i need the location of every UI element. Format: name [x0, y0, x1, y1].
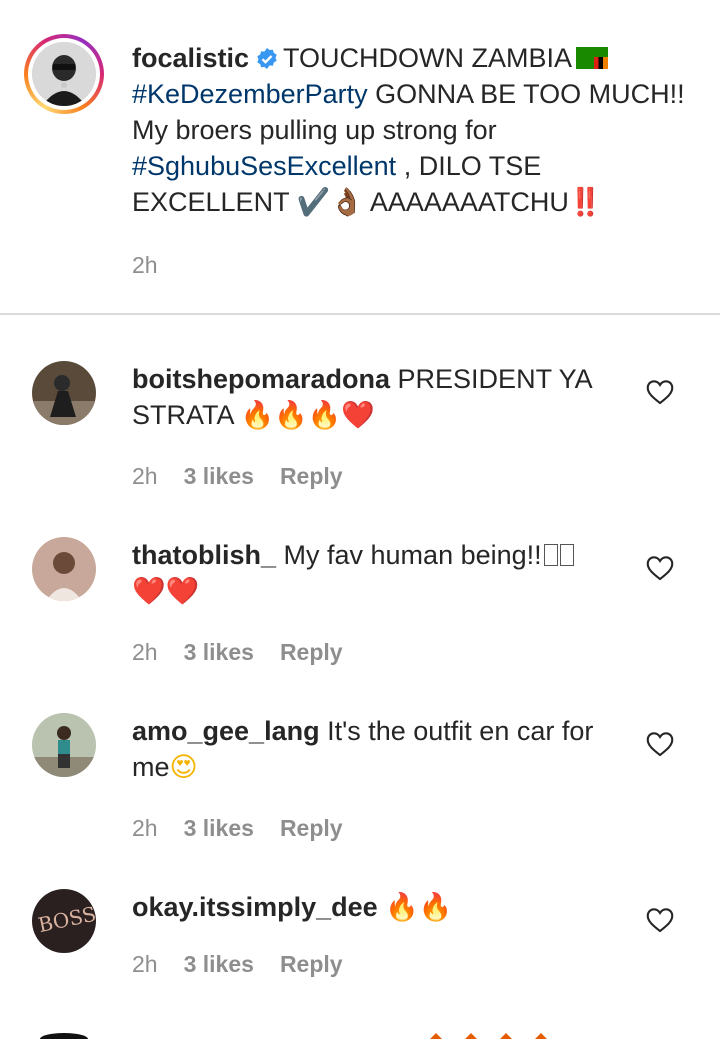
fire-emojis: 🔥🔥: [385, 892, 453, 923]
commenter-avatar[interactable]: [32, 361, 96, 425]
like-heart-icon[interactable]: [646, 907, 674, 933]
comment-item: amo_gee_lang It's the outfit en car for …: [0, 713, 720, 883]
comment-username[interactable]: amo_gee_lang: [132, 716, 320, 746]
next-comment-peek: [0, 1026, 720, 1044]
comment-username[interactable]: boitshepomaradona: [132, 364, 390, 394]
comment-timestamp: 2h: [132, 815, 158, 841]
hashtag-kedezemberparty[interactable]: #KeDezemberParty: [132, 79, 368, 109]
post-timestamp: 2h: [132, 252, 158, 278]
avatar-image: [32, 42, 96, 106]
commenter-avatar[interactable]: BOSS: [32, 889, 96, 953]
reply-button[interactable]: Reply: [280, 463, 343, 489]
comment-timestamp: 2h: [132, 951, 158, 977]
double-exclamation-emoji: ‼️: [568, 187, 603, 218]
comment-timestamp: 2h: [132, 463, 158, 489]
caption-part-1: TOUCHDOWN ZAMBIA: [283, 43, 573, 73]
comment-item: boitshepomaradona PRESIDENT YA STRATA 🔥🔥…: [0, 361, 720, 531]
check-mark-emoji: ✔️: [296, 187, 331, 218]
verified-badge-icon: [257, 48, 277, 69]
comment-username[interactable]: thatoblish_: [132, 540, 276, 570]
post-avatar[interactable]: [24, 34, 104, 114]
comment-likes[interactable]: 3 likes: [184, 639, 254, 665]
comment-meta: 2h 3 likes Reply: [132, 951, 369, 978]
comment-body: boitshepomaradona PRESIDENT YA STRATA 🔥🔥…: [132, 361, 622, 434]
heart-eyes-emoji: 😍: [169, 752, 198, 783]
reply-button[interactable]: Reply: [280, 639, 343, 665]
like-heart-icon[interactable]: [646, 555, 674, 581]
comment-timestamp: 2h: [132, 639, 158, 665]
post-username[interactable]: focalistic: [132, 43, 249, 73]
comment-meta: 2h 3 likes Reply: [132, 639, 369, 666]
caption-part-4: AAAAAAATCHU: [363, 187, 569, 217]
comment-meta: 2h 3 likes Reply: [132, 463, 369, 490]
comment-username[interactable]: okay.itssimply_dee: [132, 892, 378, 922]
post-caption: focalistic TOUCHDOWN ZAMBIA #KeDezemberPa…: [0, 0, 720, 313]
comment-likes[interactable]: 3 likes: [184, 463, 254, 489]
like-heart-icon[interactable]: [646, 379, 674, 405]
zambia-flag-icon: [576, 47, 609, 69]
divider: [0, 313, 720, 315]
comment-body: amo_gee_lang It's the outfit en car for …: [132, 713, 622, 786]
caption-text: focalistic TOUCHDOWN ZAMBIA #KeDezemberPa…: [132, 40, 692, 221]
comment-body: okay.itssimply_dee 🔥🔥: [132, 889, 622, 926]
comment-item: thatoblish_ My fav human being!! ❤️❤️ 2h 3…: [0, 537, 720, 707]
comment-likes[interactable]: 3 likes: [184, 815, 254, 841]
hashtag-sghubusesexcellent[interactable]: #SghubuSesExcellent: [132, 151, 396, 181]
reply-button[interactable]: Reply: [280, 815, 343, 841]
ok-hand-emoji: 👌🏾: [330, 187, 364, 218]
comment-text: [378, 892, 386, 922]
reply-button[interactable]: Reply: [280, 951, 343, 977]
heart-emojis: ❤️❤️: [132, 576, 200, 607]
fire-heart-emojis: 🔥🔥🔥❤️: [240, 400, 375, 431]
comment-item: BOSS okay.itssimply_dee 🔥🔥 2h 3 likes Repl…: [0, 889, 720, 1009]
commenter-avatar[interactable]: [32, 537, 96, 601]
commenter-avatar[interactable]: [32, 713, 96, 777]
comment-text: My fav human being!!: [276, 540, 542, 570]
comment-body: thatoblish_ My fav human being!! ❤️❤️: [132, 537, 622, 610]
like-heart-icon[interactable]: [646, 731, 674, 757]
comment-meta: 2h 3 likes Reply: [132, 815, 369, 842]
comment-likes[interactable]: 3 likes: [184, 951, 254, 977]
